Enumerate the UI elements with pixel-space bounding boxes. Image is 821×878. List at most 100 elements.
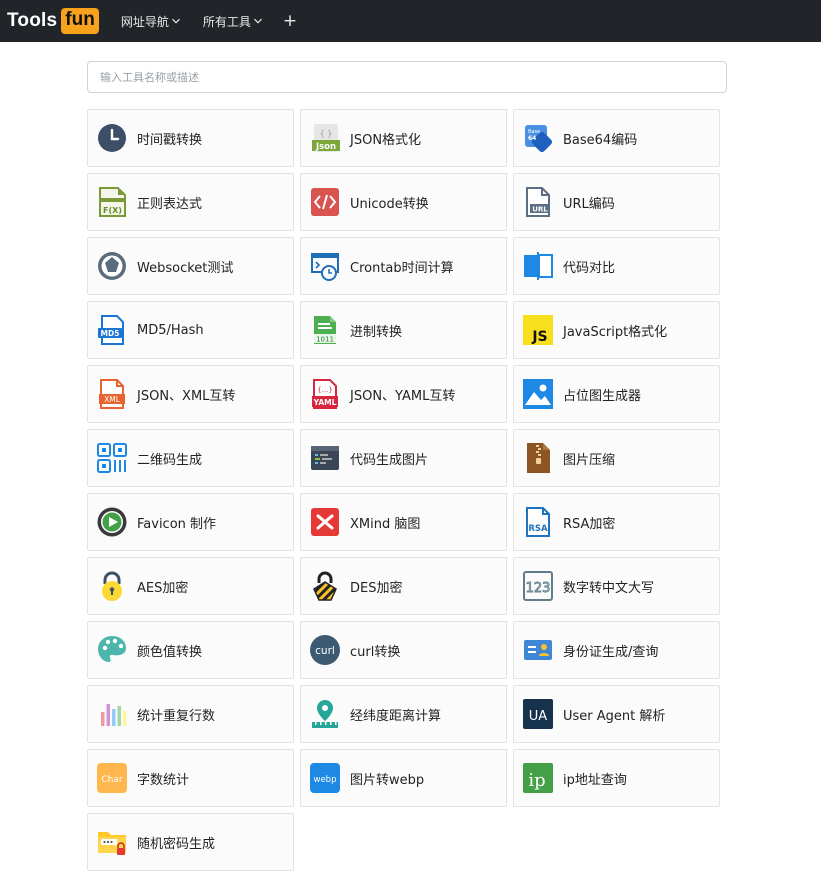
chevron-down-icon [171, 18, 180, 24]
id-card-icon [522, 634, 554, 666]
tool-card-id-card[interactable]: 身份证生成/查询 [513, 621, 720, 679]
nav-menu-all-tools-label: 所有工具 [202, 14, 251, 29]
tool-label: 代码对比 [563, 260, 616, 276]
svg-text:Char: Char [101, 775, 123, 785]
md5-file-icon: MD5 [96, 314, 128, 346]
tool-card-json-yaml[interactable]: {...} YAML JSON、YAML互转 [300, 365, 507, 423]
binary-file-icon: 1011 [309, 314, 341, 346]
tool-card-json-xml[interactable]: XML JSON、XML互转 [87, 365, 294, 423]
tool-label: DES加密 [350, 580, 403, 596]
tool-label: XMind 脑图 [350, 516, 421, 532]
svg-text:ip: ip [528, 770, 545, 791]
tool-card-placeholder-image[interactable]: 占位图生成器 [513, 365, 720, 423]
add-icon[interactable]: + [283, 12, 297, 30]
logo-text-fun: fun [61, 8, 99, 34]
ip-icon: ip [522, 762, 554, 794]
tool-card-user-agent[interactable]: UA User Agent 解析 [513, 685, 720, 743]
tool-label: Crontab时间计算 [350, 260, 454, 276]
tool-card-url[interactable]: URL URL编码 [513, 173, 720, 231]
tool-card-code-image[interactable]: 代码生成图片 [300, 429, 507, 487]
tool-card-char-count[interactable]: Char 字数统计 [87, 749, 294, 807]
svg-text:64: 64 [528, 135, 536, 142]
tool-label: RSA加密 [563, 516, 616, 532]
tool-label: Websocket测试 [137, 260, 234, 276]
des-lock-icon [309, 570, 341, 602]
tool-card-crontab[interactable]: Crontab时间计算 [300, 237, 507, 295]
tool-label: 占位图生成器 [563, 388, 642, 404]
tool-card-webp[interactable]: webp 图片转webp [300, 749, 507, 807]
svg-text:JS: JS [531, 329, 547, 345]
tool-label: 身份证生成/查询 [563, 644, 659, 660]
url-file-icon: URL [522, 186, 554, 218]
svg-text:XML: XML [104, 395, 121, 404]
tool-card-line-count[interactable]: 统计重复行数 [87, 685, 294, 743]
svg-text:UA: UA [529, 709, 548, 724]
diff-icon [522, 250, 554, 282]
tool-card-timestamp[interactable]: 时间戳转换 [87, 109, 294, 167]
yaml-file-icon: {...} YAML [309, 378, 341, 410]
tool-card-regex[interactable]: F(X) 正则表达式 [87, 173, 294, 231]
xml-file-icon: XML [96, 378, 128, 410]
svg-text:F(X): F(X) [103, 206, 122, 215]
map-pin-icon [309, 698, 341, 730]
tool-card-diff[interactable]: 代码对比 [513, 237, 720, 295]
tool-card-websocket[interactable]: Websocket测试 [87, 237, 294, 295]
palette-icon [96, 634, 128, 666]
tool-card-aes[interactable]: AES加密 [87, 557, 294, 615]
svg-text:YAML: YAML [313, 398, 337, 407]
clock-icon [96, 122, 128, 154]
zip-file-icon [522, 442, 554, 474]
tool-label: ip地址查询 [563, 772, 627, 788]
svg-text:{ }: { } [320, 129, 333, 138]
tool-label: 统计重复行数 [137, 708, 216, 724]
tool-label: 正则表达式 [137, 196, 203, 212]
tool-card-js-format[interactable]: JS JavaScript格式化 [513, 301, 720, 359]
xmind-icon [309, 506, 341, 538]
tool-label: 代码生成图片 [350, 452, 429, 468]
json-file-icon: { } Json [309, 122, 341, 154]
tool-card-base64[interactable]: Base 64 Base64编码 [513, 109, 720, 167]
tool-label: User Agent 解析 [563, 708, 666, 724]
webp-icon: webp [309, 762, 341, 794]
tool-label: 时间戳转换 [137, 132, 203, 148]
number-123-icon: 123 [522, 570, 554, 602]
javascript-icon: JS [522, 314, 554, 346]
tool-card-ip-lookup[interactable]: ip ip地址查询 [513, 749, 720, 807]
char-count-icon: Char [96, 762, 128, 794]
site-logo[interactable]: Tools fun [7, 8, 99, 34]
tool-label: 图片压缩 [563, 452, 616, 468]
tool-label: 二维码生成 [137, 452, 203, 468]
qrcode-icon [96, 442, 128, 474]
tool-label: 字数统计 [137, 772, 190, 788]
search-input[interactable] [87, 61, 727, 93]
tool-card-favicon[interactable]: Favicon 制作 [87, 493, 294, 551]
svg-text:webp: webp [314, 775, 337, 785]
tool-card-radix[interactable]: 1011 进制转换 [300, 301, 507, 359]
tool-label: Favicon 制作 [137, 516, 217, 532]
tool-card-geo-distance[interactable]: 经纬度距离计算 [300, 685, 507, 743]
nav-menu-all-tools[interactable]: 所有工具 [203, 13, 263, 30]
nav-menu-sites[interactable]: 网址导航 [121, 13, 181, 30]
tool-card-rsa[interactable]: RSA RSA加密 [513, 493, 720, 551]
tool-card-des[interactable]: DES加密 [300, 557, 507, 615]
regex-file-icon: F(X) [96, 186, 128, 218]
tool-card-md5[interactable]: MD5 MD5/Hash [87, 301, 294, 359]
tool-card-color[interactable]: 颜色值转换 [87, 621, 294, 679]
tool-card-xmind[interactable]: XMind 脑图 [300, 493, 507, 551]
nav-menu-sites-label: 网址导航 [120, 14, 169, 29]
base64-icon: Base 64 [522, 122, 554, 154]
code-image-icon [309, 442, 341, 474]
chevron-down-icon [253, 18, 262, 24]
tool-card-qrcode[interactable]: 二维码生成 [87, 429, 294, 487]
tool-card-unicode[interactable]: Unicode转换 [300, 173, 507, 231]
aes-lock-icon [96, 570, 128, 602]
ua-icon: UA [522, 698, 554, 730]
top-navbar: Tools fun 网址导航 所有工具 + [0, 0, 821, 42]
bar-stats-icon [96, 698, 128, 730]
tool-card-curl[interactable]: curl curl转换 [300, 621, 507, 679]
tool-label: MD5/Hash [137, 322, 204, 338]
tool-card-number-chinese[interactable]: 123 数字转中文大写 [513, 557, 720, 615]
tool-card-random-password[interactable]: 随机密码生成 [87, 813, 294, 871]
tool-card-json-format[interactable]: { } Json JSON格式化 [300, 109, 507, 167]
tool-card-image-compress[interactable]: 图片压缩 [513, 429, 720, 487]
